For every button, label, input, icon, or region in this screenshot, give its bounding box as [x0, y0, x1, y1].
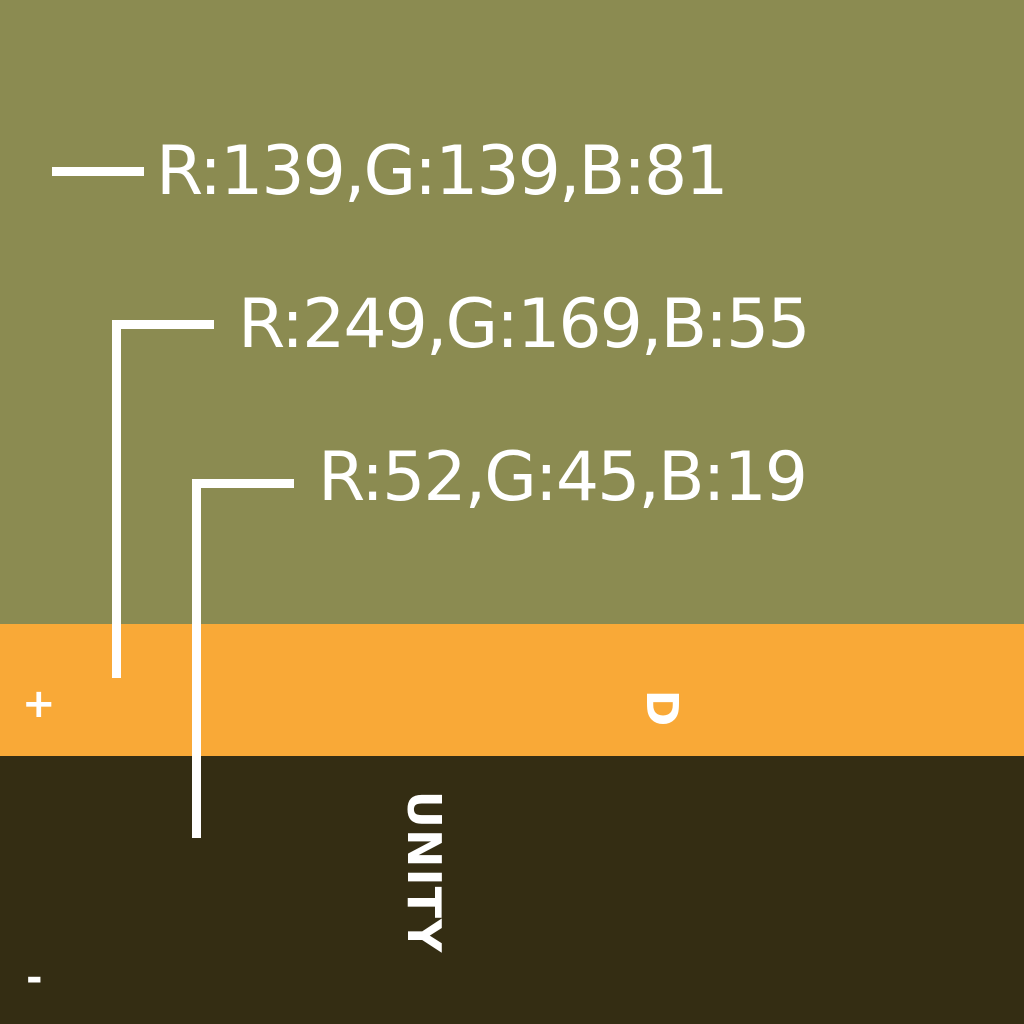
unity-label: UNITY — [397, 790, 451, 954]
color-swatch-middle — [0, 624, 1024, 756]
leader-line-middle-vertical — [112, 320, 121, 678]
leader-line-bottom-vertical — [192, 479, 201, 838]
rgb-label-top: R:139,G:139,B:81 — [156, 132, 729, 211]
rgb-label-middle: R:249,G:169,B:55 — [238, 285, 811, 364]
rgb-label-bottom: R:52,G:45,B:19 — [318, 438, 808, 517]
leader-line-middle-horizontal — [112, 320, 214, 329]
plus-sign: + — [22, 681, 56, 727]
leader-line-bottom-horizontal — [192, 479, 294, 488]
minus-sign: - — [26, 955, 43, 1001]
color-swatch-bottom — [0, 756, 1024, 1024]
leader-line-top — [52, 167, 144, 176]
d-label: D — [636, 689, 687, 727]
